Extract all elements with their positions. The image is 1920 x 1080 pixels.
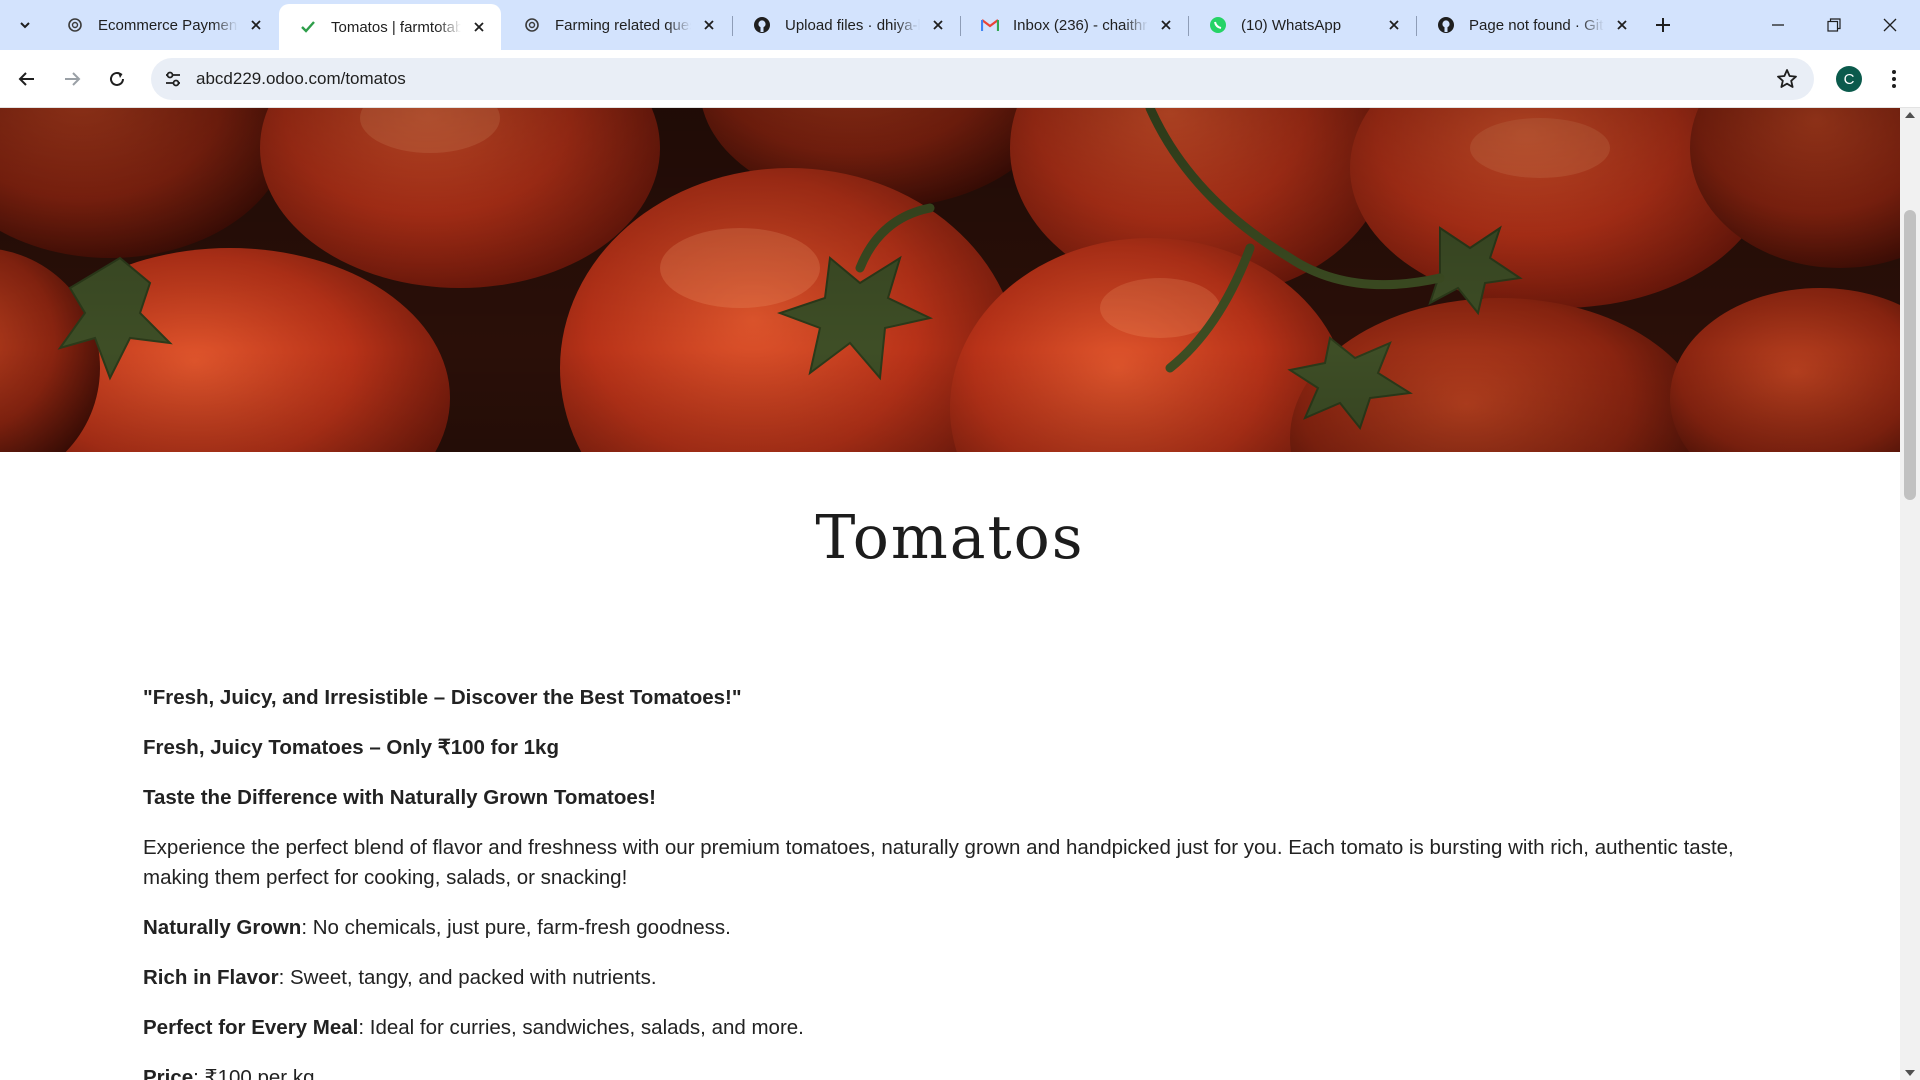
tab-upload-files[interactable]: Upload files · dhiya-b — [733, 4, 960, 46]
tab-title: Inbox (236) - chaithra — [1013, 16, 1148, 34]
minimize-icon — [1772, 24, 1784, 26]
close-icon[interactable] — [246, 15, 266, 35]
more-vertical-icon — [1892, 70, 1896, 88]
tab-whatsapp[interactable]: (10) WhatsApp — [1189, 4, 1416, 46]
plus-icon — [1656, 18, 1670, 32]
page-viewport: Tomatos "Fresh, Juicy, and Irresistible … — [0, 108, 1900, 1080]
forward-button[interactable] — [54, 61, 90, 97]
whatsapp-icon — [1209, 16, 1227, 34]
tagline: "Fresh, Juicy, and Irresistible – Discov… — [143, 686, 742, 709]
github-icon — [753, 16, 771, 34]
chevron-down-icon — [20, 22, 30, 29]
openai-icon — [66, 16, 84, 34]
feature-rich-in-flavor: Rich in Flavor: Sweet, tangy, and packed… — [143, 963, 1743, 993]
price-line: Price: ₹100 per kg — [143, 1063, 1743, 1080]
tab-title: Ecommerce Payment — [98, 16, 238, 34]
tab-title: Page not found · GitH — [1469, 16, 1604, 34]
feature-label: Perfect for Every Meal — [143, 1016, 359, 1039]
close-icon[interactable] — [1612, 15, 1632, 35]
address-bar[interactable]: abcd229.odoo.com/tomatos — [151, 58, 1814, 100]
new-tab-button[interactable] — [1648, 10, 1678, 40]
scroll-down-arrow-icon[interactable] — [1905, 1070, 1915, 1076]
tab-search-button[interactable] — [10, 10, 40, 40]
reload-button[interactable] — [99, 61, 135, 97]
close-icon[interactable] — [1156, 15, 1176, 35]
feature-naturally-grown: Naturally Grown: No chemicals, just pure… — [143, 913, 1743, 943]
address-url[interactable]: abcd229.odoo.com/tomatos — [196, 69, 406, 89]
minimize-button[interactable] — [1750, 0, 1806, 50]
close-icon[interactable] — [928, 15, 948, 35]
tab-ecommerce-payment[interactable]: Ecommerce Payment — [46, 4, 278, 46]
close-window-button[interactable] — [1862, 0, 1918, 50]
tab-title: Farming related ques — [555, 16, 691, 34]
tab-tomatos[interactable]: Tomatos | farmtotable — [279, 4, 501, 50]
close-icon[interactable] — [1384, 15, 1404, 35]
feature-label: Naturally Grown — [143, 916, 302, 939]
page-scrollbar[interactable] — [1900, 108, 1920, 1080]
tab-page-not-found[interactable]: Page not found · GitH — [1417, 4, 1644, 46]
product-description: "Fresh, Juicy, and Irresistible – Discov… — [143, 683, 1743, 1080]
close-icon — [1883, 18, 1897, 32]
hero-banner-image — [0, 108, 1900, 452]
scrollbar-thumb[interactable] — [1904, 210, 1916, 500]
tab-title: Tomatos | farmtotable — [331, 18, 461, 36]
tab-title: (10) WhatsApp — [1241, 16, 1342, 34]
close-icon[interactable] — [699, 15, 719, 35]
restore-icon — [1827, 18, 1841, 32]
tab-gmail-inbox[interactable]: Inbox (236) - chaithra — [961, 4, 1188, 46]
scroll-up-arrow-icon[interactable] — [1905, 112, 1915, 118]
openai-icon — [523, 16, 541, 34]
profile-avatar[interactable]: C — [1836, 66, 1862, 92]
gmail-icon — [981, 16, 999, 34]
tab-strip: Ecommerce Payment Tomatos | farmtotable … — [0, 0, 1920, 50]
bookmark-star-icon[interactable] — [1776, 68, 1798, 90]
arrow-right-icon — [65, 72, 81, 86]
browser-menu-button[interactable] — [1882, 66, 1906, 92]
arrow-left-icon — [18, 72, 34, 86]
tab-title: Upload files · dhiya-b — [785, 16, 920, 34]
subheading: Taste the Difference with Naturally Grow… — [143, 786, 656, 809]
site-info-icon[interactable] — [163, 69, 183, 89]
restore-button[interactable] — [1806, 0, 1862, 50]
price-label: Price — [143, 1066, 194, 1080]
feature-text: : Sweet, tangy, and packed with nutrient… — [278, 966, 657, 989]
checkmark-icon — [299, 18, 317, 36]
feature-text: : Ideal for curries, sandwiches, salads,… — [358, 1016, 804, 1039]
price-text: : ₹100 per kg — [193, 1066, 315, 1080]
description-paragraph: Experience the perfect blend of flavor a… — [143, 836, 1734, 889]
back-button[interactable] — [9, 61, 45, 97]
browser-toolbar: abcd229.odoo.com/tomatos C — [0, 50, 1920, 108]
tab-farming-questions[interactable]: Farming related ques — [503, 4, 731, 46]
price-headline: Fresh, Juicy Tomatoes – Only ₹100 for 1k… — [143, 736, 559, 759]
github-icon — [1437, 16, 1455, 34]
close-icon[interactable] — [469, 17, 489, 37]
feature-text: : No chemicals, just pure, farm-fresh go… — [301, 916, 731, 939]
reload-icon — [110, 71, 124, 86]
feature-label: Rich in Flavor — [143, 966, 279, 989]
page-title: Tomatos — [815, 503, 1085, 573]
feature-perfect-for-every-meal: Perfect for Every Meal: Ideal for currie… — [143, 1013, 1743, 1043]
